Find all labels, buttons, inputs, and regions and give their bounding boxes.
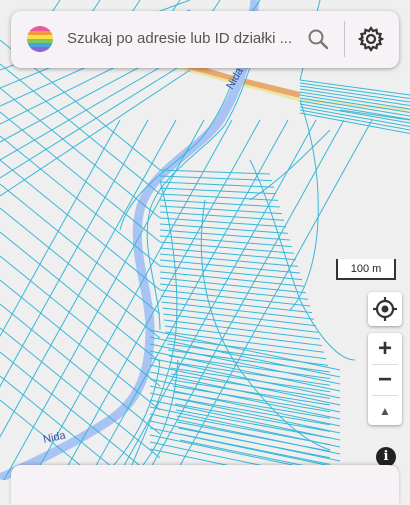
zoom-out-button[interactable]: − [368, 365, 402, 395]
bottom-panel[interactable] [11, 465, 399, 505]
gear-icon[interactable] [358, 26, 384, 52]
locate-button[interactable] [368, 292, 402, 326]
compass-icon[interactable]: ▲ [368, 396, 402, 426]
locate-icon [373, 297, 397, 321]
info-icon[interactable]: i [376, 447, 396, 467]
map-canvas[interactable]: Nida Nida [0, 0, 410, 480]
zoom-controls: + − ▲ [368, 333, 402, 425]
search-icon[interactable] [307, 28, 329, 50]
search-input[interactable]: Szukaj po adresie lub ID działki ... [67, 30, 292, 47]
divider [344, 21, 345, 57]
search-bar[interactable]: Szukaj po adresie lub ID działki ... [11, 11, 399, 68]
scale-bar: 100 m [336, 259, 396, 280]
zoom-in-button[interactable]: + [368, 334, 402, 364]
rainbow-logo-icon [27, 26, 53, 52]
